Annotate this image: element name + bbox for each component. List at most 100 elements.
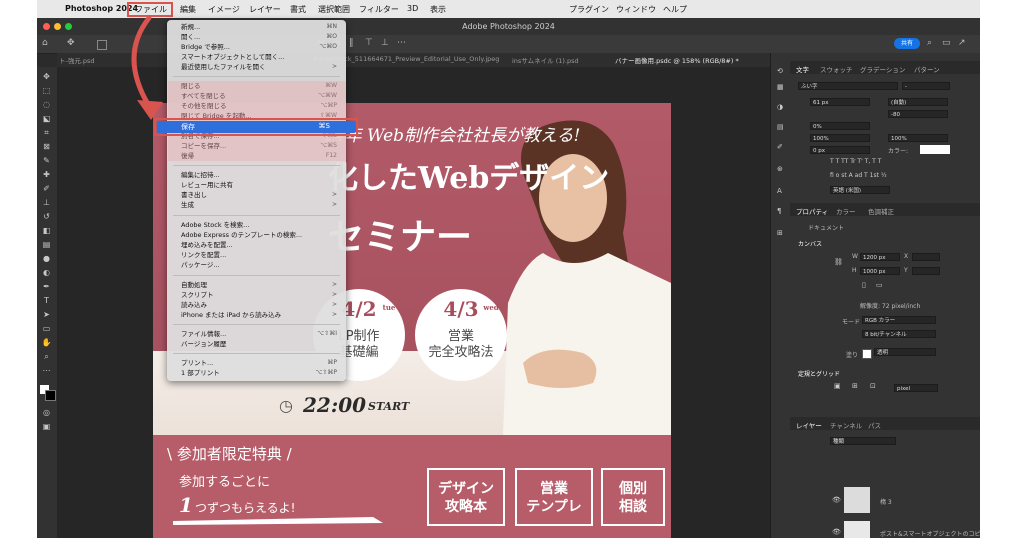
screen-mode-icon[interactable]: ▣ (41, 421, 52, 432)
font-style-select[interactable]: - (902, 82, 950, 90)
home-icon[interactable]: ⌂ (42, 38, 48, 48)
tab-document-3[interactable]: insサムネイル (1).psd (512, 55, 579, 65)
frame-tool-icon[interactable]: ⊠ (41, 141, 52, 152)
rulers-grid-label[interactable]: 定規とグリッド (798, 369, 840, 378)
hand-tool-icon[interactable]: ✋ (41, 337, 52, 348)
tab-color[interactable]: カラー (836, 206, 856, 216)
blur-tool-icon[interactable]: ● (41, 253, 52, 264)
auto-select-checkbox[interactable] (97, 40, 107, 50)
styles-panel-icon[interactable]: ⊛ (777, 165, 783, 173)
tsume-field[interactable]: 0% (810, 122, 870, 130)
libraries-panel-icon[interactable]: ▤ (777, 123, 784, 131)
opentype-buttons[interactable]: fi ο st A ad T 1st ½ (830, 172, 887, 179)
tab-adjustments[interactable]: 色調補正 (868, 206, 894, 216)
menu-item-print[interactable]: プリント... ⌘P (181, 358, 341, 368)
zoom-tool-icon[interactable]: ⌕ (41, 351, 52, 362)
font-size-field[interactable]: 61 px (810, 98, 870, 106)
search-icon[interactable]: ⌕ (927, 38, 932, 48)
menu-item-import[interactable]: 読み込み > (181, 300, 341, 310)
menu-plugins[interactable]: プラグイン (569, 4, 609, 15)
gradient-tool-icon[interactable]: ▤ (41, 239, 52, 250)
fill-swatch[interactable] (862, 349, 872, 359)
tab-character[interactable]: 文字 (796, 64, 809, 74)
brush-tool-icon[interactable]: ✐ (41, 183, 52, 194)
menu-item-search-adobe-stock[interactable]: Adobe Stock を検索... (181, 220, 341, 230)
menu-item-adobe-express-templates[interactable]: Adobe Express のテンプレートの検索... (181, 230, 341, 240)
menu-help[interactable]: ヘルプ (663, 4, 687, 15)
layer-thumbnail[interactable] (844, 487, 870, 513)
tab-paths[interactable]: パス (868, 420, 881, 430)
ruler-unit-select[interactable]: pixel (894, 384, 938, 392)
brush-panel-icon[interactable]: ✐ (777, 143, 783, 151)
menu-layer[interactable]: レイヤー (249, 4, 281, 15)
menu-item-import-iphone[interactable]: iPhone または iPad から読み込み > (181, 310, 341, 320)
orientation-landscape-icon[interactable]: ▭ (876, 281, 883, 289)
canvas-x-field[interactable] (912, 253, 940, 261)
grid-icon[interactable]: ⊞ (852, 382, 858, 390)
share-arrow-icon[interactable]: ↗ (958, 38, 966, 48)
align-top-icon[interactable]: ⊤ (365, 38, 373, 48)
object-select-tool-icon[interactable]: ⬕ (41, 113, 52, 124)
menu-item-new[interactable]: 新規... ⌘N (181, 22, 341, 32)
font-family-select[interactable]: ふい字 (798, 82, 898, 90)
menu-item-print-one-copy[interactable]: 1 部プリント ⌥⇧⌘P (181, 368, 341, 378)
menu-item-automate[interactable]: 自動処理 > (181, 280, 341, 290)
tab-layers[interactable]: レイヤー (796, 420, 822, 430)
eraser-tool-icon[interactable]: ◧ (41, 225, 52, 236)
menu-item-file-info[interactable]: ファイル情報... ⌥⇧⌘I (181, 329, 341, 339)
more-tools-icon[interactable]: ⋯ (41, 365, 52, 376)
menu-view[interactable]: 表示 (430, 4, 446, 15)
align-middle-icon[interactable]: ⊥ (381, 38, 389, 48)
menu-item-browse-bridge[interactable]: Bridge で参照... ⌥⌘O (181, 42, 341, 52)
layer-visibility-icon[interactable]: 👁 (832, 496, 841, 504)
menu-item-generate[interactable]: 生成 > (181, 200, 341, 210)
menu-item-version-history[interactable]: バージョン履歴 (181, 339, 341, 349)
text-color-swatch[interactable] (920, 145, 950, 154)
eyedropper-tool-icon[interactable]: ✎ (41, 155, 52, 166)
bit-depth-select[interactable]: 8 bit/チャンネル (862, 330, 936, 338)
menu-image[interactable]: イメージ (208, 4, 240, 15)
canvas-height-field[interactable]: 1000 px (860, 267, 900, 275)
shape-tool-icon[interactable]: ▭ (41, 323, 52, 334)
menu-item-open-smart-object[interactable]: スマートオブジェクトとして開く... (181, 52, 341, 62)
dodge-tool-icon[interactable]: ◐ (41, 267, 52, 278)
swatch-panel-icon[interactable]: ▦ (777, 83, 784, 91)
link-dimensions-icon[interactable]: ⛓ (834, 258, 843, 266)
move-tool-icon[interactable]: ✥ (67, 38, 75, 48)
layer-name-2[interactable]: ポスト&スマートオブジェクトのコピー 2 (880, 529, 980, 538)
layer-filter-select[interactable]: 種類 (830, 437, 896, 445)
glyphs-panel-icon[interactable]: ⊞ (777, 229, 783, 237)
healing-tool-icon[interactable]: ✚ (41, 169, 52, 180)
fill-select[interactable]: 透明 (874, 348, 936, 356)
pen-tool-icon[interactable]: ✒ (41, 281, 52, 292)
canvas-section-label[interactable]: カンバス (798, 239, 822, 248)
stamp-tool-icon[interactable]: ⊥ (41, 197, 52, 208)
menu-item-invite-to-edit[interactable]: 編集に招待... (181, 170, 341, 180)
menu-item-export[interactable]: 書き出し > (181, 190, 341, 200)
tab-document-1[interactable]: ト-強元.psd (59, 55, 95, 65)
paragraph-panel-icon[interactable]: ¶ (777, 207, 781, 215)
menu-type[interactable]: 書式 (290, 4, 306, 15)
menu-edit[interactable]: 編集 (180, 4, 196, 15)
language-select[interactable]: 英語 (米国) (830, 186, 890, 194)
move-tool-icon[interactable]: ✥ (41, 71, 52, 82)
leading-field[interactable]: (自動) (888, 98, 948, 106)
layer-name-1[interactable]: 楕 3 (880, 497, 892, 506)
canvas-y-field[interactable] (912, 267, 940, 275)
path-select-tool-icon[interactable]: ➤ (41, 309, 52, 320)
tracking-field[interactable]: -80 (888, 110, 948, 118)
tab-gradients[interactable]: グラデーション (860, 64, 905, 74)
history-panel-icon[interactable]: ⟲ (777, 67, 783, 75)
baseline-shift-field[interactable]: 0 px (810, 146, 870, 154)
menu-item-place-linked[interactable]: リンクを配置... (181, 250, 341, 260)
share-button[interactable]: 共有 (894, 38, 920, 49)
tab-document-active[interactable]: バナー画像用.psdc @ 158% (RGB/8#) * (615, 55, 739, 65)
color-mode-select[interactable]: RGB カラー (862, 316, 936, 324)
menu-item-share-for-review[interactable]: レビュー用に共有 (181, 180, 341, 190)
tab-swatches[interactable]: スウォッチ (820, 64, 853, 74)
marquee-tool-icon[interactable]: ⬚ (41, 85, 52, 96)
ruler-icon[interactable]: ▣ (834, 382, 841, 390)
lasso-tool-icon[interactable]: ◌ (41, 99, 52, 110)
menu-3d[interactable]: 3D (407, 4, 418, 13)
menu-item-package[interactable]: パッケージ... (181, 260, 341, 270)
